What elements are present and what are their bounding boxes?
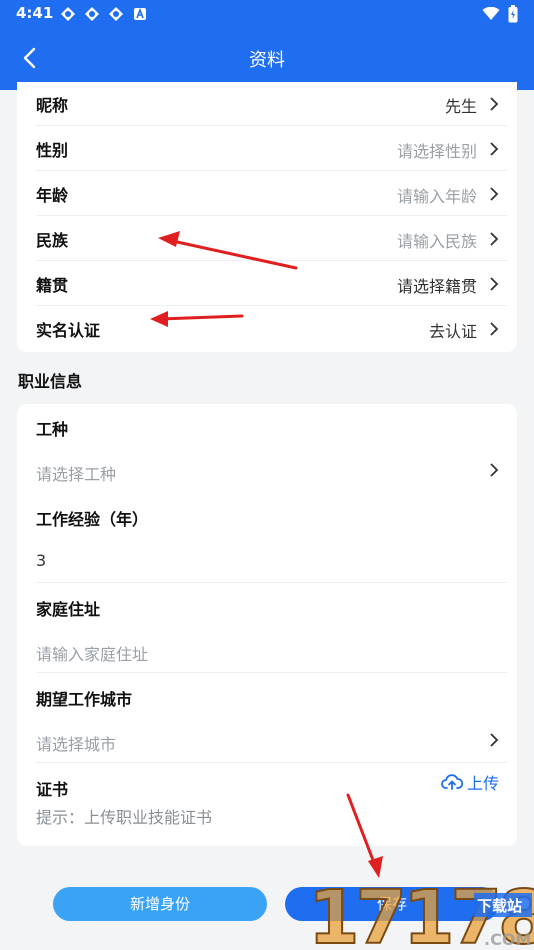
divider: [36, 215, 507, 216]
status-bar: 4:41: [0, 0, 534, 28]
status-system-icons: [482, 5, 518, 23]
row-value: 先生: [444, 97, 477, 116]
app-icon: [61, 7, 75, 21]
divider: [36, 125, 507, 126]
chevron-right-icon: [490, 97, 499, 111]
divider: [36, 762, 507, 763]
certificate-label: 证书: [36, 780, 69, 799]
row-nickname[interactable]: 昵称 先生: [17, 82, 517, 127]
chevron-right-icon: [490, 277, 499, 291]
work-type-select[interactable]: 请选择工种: [36, 461, 116, 485]
page-title: 资料: [249, 50, 285, 71]
job-info-card: 工种 请选择工种 工作经验（年） 3 家庭住址 请输入家庭住址 期望工作城市 请…: [17, 404, 517, 846]
status-time: 4:41: [16, 4, 54, 22]
row-label: 年龄: [36, 186, 69, 205]
status-notification-icons: [60, 6, 148, 22]
chevron-right-icon: [490, 322, 499, 336]
city-select[interactable]: 请选择城市: [36, 731, 116, 755]
upload-label: 上传: [466, 774, 499, 793]
address-input[interactable]: 请输入家庭住址: [36, 641, 148, 665]
chevron-right-icon: [490, 232, 499, 246]
row-value: 请选择性别: [396, 142, 477, 161]
work-type-label: 工种: [36, 420, 69, 439]
wifi-icon: [482, 7, 500, 20]
svg-text:下载站: 下载站: [477, 897, 522, 915]
row-age[interactable]: 年龄 请输入年龄: [17, 172, 517, 217]
app-icon: [85, 7, 99, 21]
row-value: 请选择籍贯: [396, 277, 477, 296]
row-value: 请输入年龄: [396, 187, 477, 206]
city-label: 期望工作城市: [36, 690, 133, 709]
row-value: 请输入民族: [396, 232, 477, 251]
svg-text:.COM: .COM: [484, 930, 531, 949]
personal-info-card: 昵称 先生 性别 请选择性别 年龄 请输入年龄 民族 请输入民族 籍贯 请选择籍…: [17, 82, 517, 352]
app-icon: [109, 7, 123, 21]
add-identity-button[interactable]: 新增身份: [53, 887, 267, 921]
row-hometown[interactable]: 籍贯 请选择籍贯: [17, 262, 517, 307]
chevron-right-icon: [490, 142, 499, 156]
cloud-upload-icon: [441, 774, 463, 790]
row-label: 昵称: [36, 96, 69, 115]
experience-label: 工作经验（年）: [36, 510, 149, 529]
divider: [36, 170, 507, 171]
divider: [36, 305, 507, 306]
chevron-right-icon: [490, 187, 499, 201]
chevron-right-icon[interactable]: [487, 731, 501, 749]
chevron-right-icon[interactable]: [487, 461, 501, 479]
title-bar: 资料: [0, 36, 534, 80]
section-title-job-info: 职业信息: [18, 372, 83, 391]
app-header: 4:41 资料: [0, 0, 534, 90]
row-label: 民族: [36, 231, 69, 250]
divider: [36, 582, 507, 583]
experience-input[interactable]: 3: [36, 551, 46, 570]
a-badge-icon: [134, 7, 146, 20]
row-label: 性别: [36, 141, 69, 160]
certificate-hint: 提示：上传职业技能证书: [36, 808, 213, 827]
row-real-name-verification[interactable]: 实名认证 去认证: [17, 307, 517, 352]
divider: [36, 260, 507, 261]
site-watermark-logo: 17178 下载站 .COM: [307, 874, 534, 950]
upload-button[interactable]: 上传: [441, 770, 499, 794]
address-label: 家庭住址: [36, 600, 101, 619]
divider: [36, 672, 507, 673]
row-value: 去认证: [428, 322, 477, 341]
row-label: 籍贯: [36, 276, 69, 295]
row-ethnicity[interactable]: 民族 请输入民族: [17, 217, 517, 262]
battery-icon: [508, 5, 518, 23]
row-label: 实名认证: [36, 321, 101, 340]
row-gender[interactable]: 性别 请选择性别: [17, 127, 517, 172]
